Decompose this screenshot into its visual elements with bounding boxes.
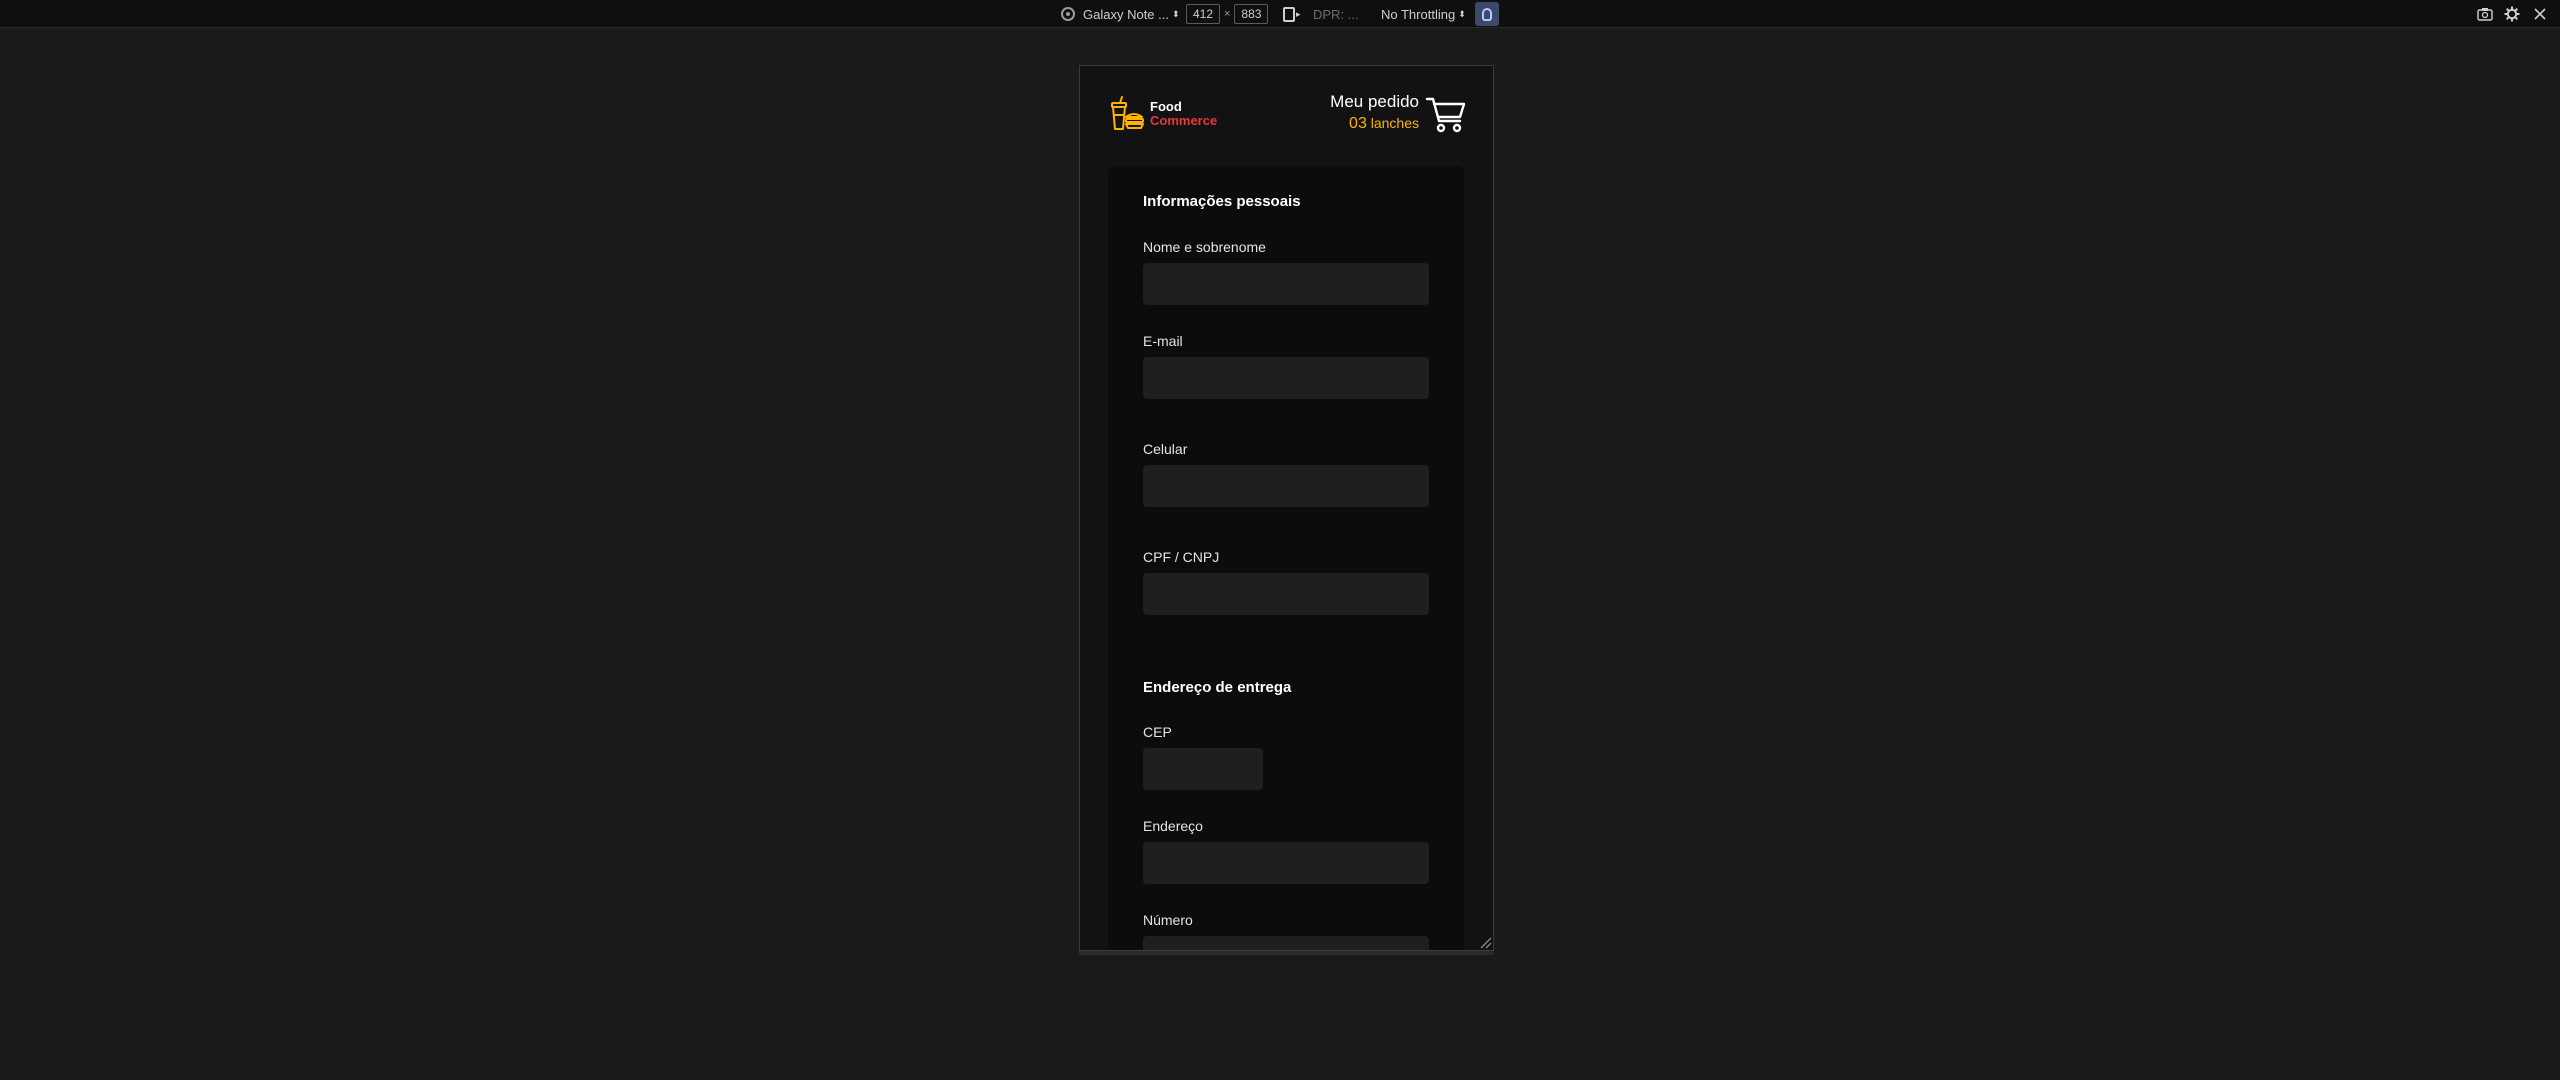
zip-label: CEP — [1143, 724, 1172, 740]
order-unit: lanches — [1370, 115, 1419, 131]
logo-text-commerce: Commerce — [1150, 113, 1218, 128]
height-input[interactable]: 883 — [1234, 4, 1269, 24]
resize-handle-icon[interactable] — [1478, 935, 1492, 949]
address-field[interactable] — [1143, 842, 1429, 884]
zip-field[interactable] — [1143, 748, 1263, 790]
camera-icon — [2477, 8, 2493, 21]
dimension-separator: × — [1224, 8, 1231, 20]
food-logo-icon — [1111, 96, 1144, 130]
close-icon — [2534, 8, 2546, 20]
devtools-device-toolbar: Galaxy Note ... ⬍ 412 × 883 ▸ DPR: ... N… — [0, 0, 2560, 28]
gear-icon — [2504, 6, 2520, 22]
address-label: Endereço — [1143, 818, 1203, 834]
dpr-label: DPR: ... — [1313, 6, 1359, 22]
order-count-line: 03 lanches — [1330, 112, 1419, 135]
phone-label: Celular — [1143, 441, 1188, 457]
chevron-updown-icon: ⬍ — [1171, 8, 1180, 19]
throttling-select[interactable]: No Throttling ⬍ — [1381, 0, 1466, 28]
device-select[interactable]: Galaxy Note ... ⬍ — [1061, 0, 1180, 28]
cart-icon — [1425, 97, 1466, 132]
device-viewport: Food Commerce Meu pedido 03 lanches Info… — [1079, 65, 1494, 951]
section-title-personal: Informações pessoais — [1143, 193, 1301, 210]
screenshot-button[interactable] — [2477, 6, 2493, 22]
email-field[interactable] — [1143, 357, 1429, 399]
touch-simulation-button[interactable] — [1475, 2, 1499, 26]
logo-text-food: Food — [1150, 99, 1182, 114]
rotate-button[interactable]: ▸ — [1283, 0, 1301, 28]
rotate-arrow-icon: ▸ — [1296, 8, 1301, 19]
order-title: Meu pedido — [1330, 92, 1419, 111]
app-logo[interactable]: Food Commerce — [1108, 95, 1217, 133]
section-title-delivery: Endereço de entrega — [1143, 679, 1292, 696]
chevron-updown-icon: ⬍ — [1458, 8, 1466, 19]
width-input[interactable]: 412 — [1186, 4, 1220, 24]
settings-button[interactable] — [2504, 6, 2520, 22]
document-field[interactable] — [1143, 573, 1429, 615]
throttling-label: No Throttling — [1381, 6, 1456, 22]
phone-field[interactable] — [1143, 465, 1429, 507]
email-label: E-mail — [1143, 333, 1183, 349]
touch-hand-icon — [1482, 7, 1492, 21]
device-frame-edge — [1079, 951, 1494, 955]
device-name: Galaxy Note ... — [1083, 6, 1169, 22]
checkout-form: Informações pessoais Nome e sobrenome E-… — [1108, 166, 1464, 950]
device-icon — [1061, 7, 1075, 21]
order-count: 03 — [1349, 115, 1367, 132]
my-order-button[interactable]: Meu pedido 03 lanches — [1330, 92, 1467, 135]
rotate-device-icon — [1283, 6, 1295, 22]
name-label: Nome e sobrenome — [1143, 239, 1266, 255]
dpr-select[interactable]: DPR: ... — [1313, 0, 1359, 28]
number-field[interactable] — [1143, 936, 1429, 950]
document-label: CPF / CNPJ — [1143, 549, 1220, 565]
name-field[interactable] — [1143, 263, 1429, 305]
number-label: Número — [1143, 912, 1193, 928]
close-button[interactable] — [2532, 6, 2548, 22]
